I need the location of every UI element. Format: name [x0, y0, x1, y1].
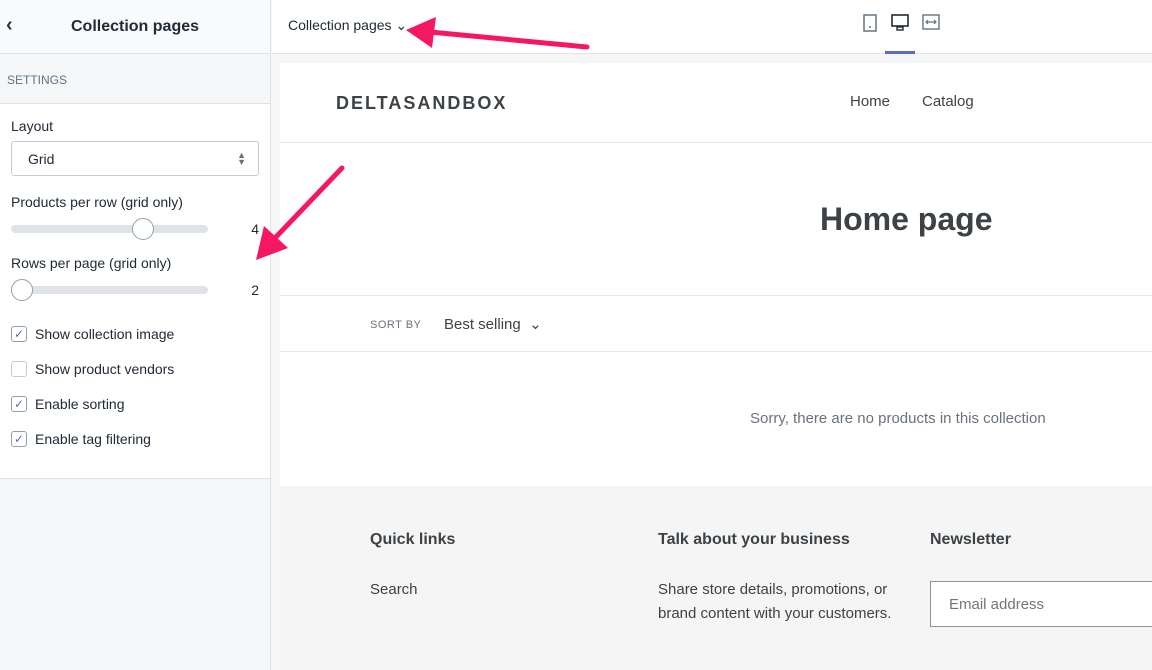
divider — [280, 351, 1152, 352]
slider-thumb[interactable] — [11, 279, 33, 301]
rows-per-page-label: Rows per page (grid only) — [11, 255, 172, 271]
checkbox-label: Show product vendors — [35, 360, 175, 377]
footer-link-search[interactable]: Search — [370, 578, 418, 602]
store-logo[interactable]: DELTASANDBOX — [336, 93, 507, 114]
empty-message: Sorry, there are no products in this col… — [750, 410, 1046, 427]
sort-label: SORT BY — [370, 319, 422, 331]
checkbox[interactable]: ✓ — [11, 430, 27, 447]
footer: Quick links Search Talk about your busin… — [280, 486, 1152, 670]
page-selector-label: Collection pages — [288, 17, 392, 33]
about-text: Share store details, promotions, or bran… — [658, 581, 892, 622]
divider — [280, 142, 1152, 143]
select-arrows-icon: ▲ ▼ — [237, 149, 246, 167]
slider-thumb[interactable] — [131, 218, 154, 240]
checkbox[interactable] — [11, 360, 27, 377]
mobile-icon — [863, 14, 877, 32]
slider-track[interactable] — [11, 279, 208, 301]
quick-links-title: Quick links — [370, 531, 456, 548]
section-heading: SETTINGS — [0, 54, 270, 104]
chevron-down-icon: ⌄ — [395, 17, 408, 33]
products-per-row-slider[interactable]: 4 — [11, 217, 259, 241]
settings-panel: Layout Grid ▲ ▼ Products per row (grid on… — [0, 104, 270, 479]
checkbox-label: Show collection image — [35, 325, 175, 342]
layout-select[interactable]: Grid ▲ ▼ — [11, 141, 259, 176]
chevron-down-icon: ⌄ — [529, 316, 542, 333]
checkbox-label: Enable tag filtering — [35, 430, 151, 447]
checkbox-row[interactable]: ✓ Enable sorting — [11, 386, 259, 421]
checkbox-label: Enable sorting — [35, 395, 125, 412]
checkbox-row[interactable]: Show product vendors — [11, 351, 259, 386]
layout-value: Grid — [28, 150, 55, 167]
sidebar: ‹ Collection pages SETTINGS Layout Grid … — [0, 0, 271, 670]
collection-heading: Home page — [820, 201, 993, 237]
sidebar-header: ‹ Collection pages — [0, 0, 270, 54]
back-chevron-icon[interactable]: ‹ — [6, 14, 13, 37]
desktop-icon — [891, 14, 909, 31]
products-per-row-value: 4 — [251, 221, 259, 237]
checkbox[interactable]: ✓ — [11, 395, 27, 412]
page-selector[interactable]: Collection pages ⌄ — [288, 17, 407, 34]
checkbox-row[interactable]: ✓ Enable tag filtering — [11, 421, 259, 456]
checkbox-row[interactable]: ✓ Show collection image — [11, 316, 259, 351]
slider-track[interactable] — [11, 218, 208, 240]
store-preview: DELTASANDBOX Home Catalog Home page SORT… — [280, 63, 1152, 670]
nav-link-catalog[interactable]: Catalog — [922, 93, 974, 110]
desktop-view-button[interactable] — [885, 14, 915, 54]
top-bar: Collection pages ⌄ — [272, 0, 1152, 54]
products-per-row-label: Products per row (grid only) — [11, 194, 183, 210]
sort-select[interactable]: Best selling ⌄ — [444, 315, 542, 333]
mobile-view-button[interactable] — [855, 14, 885, 54]
layout-label: Layout — [11, 118, 54, 134]
divider — [280, 295, 1152, 296]
about-title: Talk about your business — [658, 531, 850, 548]
fullscreen-icon — [922, 14, 940, 30]
sidebar-title: Collection pages — [70, 17, 200, 35]
email-input[interactable] — [930, 581, 1152, 627]
checkbox[interactable]: ✓ — [11, 325, 27, 342]
fullscreen-view-button[interactable] — [916, 14, 946, 54]
nav-link-home[interactable]: Home — [850, 93, 890, 110]
rows-per-page-value: 2 — [251, 282, 259, 298]
sort-value: Best selling — [444, 316, 521, 333]
rows-per-page-slider[interactable]: 2 — [11, 278, 259, 302]
newsletter-title: Newsletter — [930, 531, 1011, 548]
